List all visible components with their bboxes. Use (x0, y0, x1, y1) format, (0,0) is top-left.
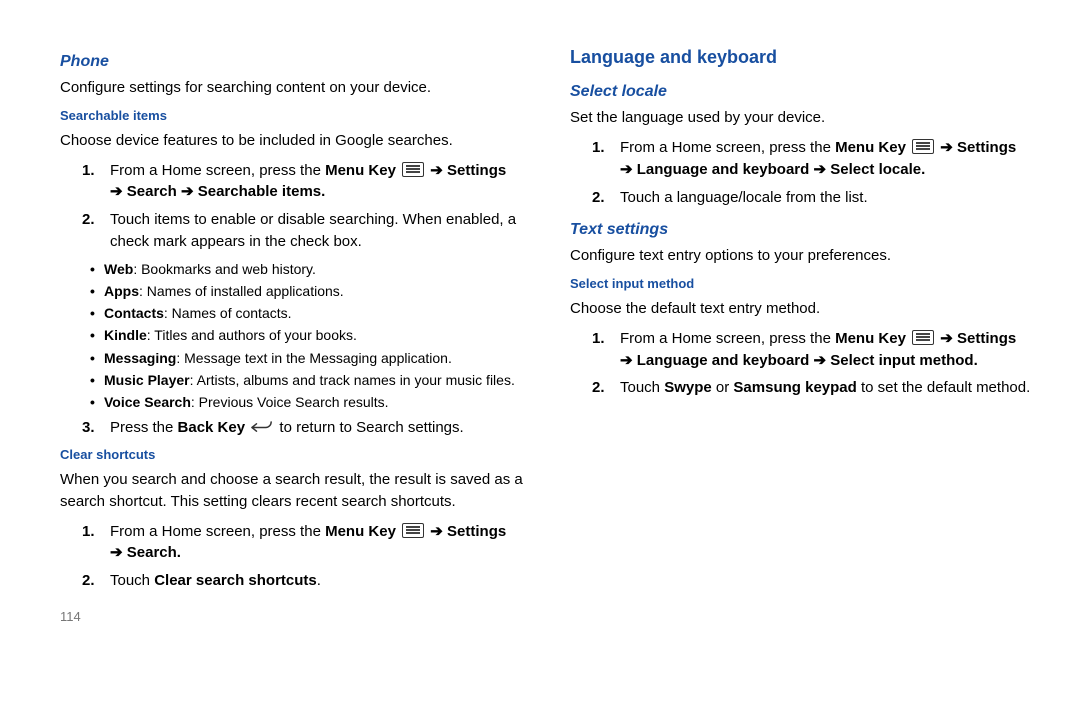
samsung-keypad-label: Samsung keypad (733, 379, 856, 396)
bullet-contacts: Contacts: Names of contacts. (90, 303, 530, 323)
back-key-label: Back Key (178, 419, 246, 436)
select-input-heading: Select input method (570, 275, 1040, 294)
cs-step2-prefix: Touch (110, 572, 154, 589)
sim-step-1: From a Home screen, press the Menu Key ➔… (592, 328, 1040, 372)
arrow-icon: ➔ (813, 352, 826, 369)
arrow-icon: ➔ (940, 330, 953, 347)
arrow-icon: ➔ (813, 161, 826, 178)
bullet-apps: Apps: Names of installed applications. (90, 281, 530, 301)
settings-label: Settings (447, 162, 506, 179)
select-input-body: Choose the default text entry method. (570, 298, 1040, 320)
si-step1-prefix: From a Home screen, press the (110, 162, 325, 179)
si-step-3: Press the Back Key to return to Search s… (82, 417, 530, 439)
phone-body: Configure settings for searching content… (60, 77, 530, 99)
select-input-label: Select input method (830, 352, 973, 369)
phone-heading: Phone (60, 50, 530, 73)
search-label: Search (127, 544, 177, 561)
swype-label: Swype (664, 379, 712, 396)
cs-step-2: Touch Clear search shortcuts. (82, 570, 530, 592)
searchable-items-steps-cont: Press the Back Key to return to Search s… (82, 417, 530, 439)
menu-key-label: Menu Key (835, 139, 906, 156)
sim-step2-prefix: Touch (620, 379, 664, 396)
sim-step2-suffix: to set the default method. (861, 379, 1030, 396)
bullet-web: Web: Bookmarks and web history. (90, 259, 530, 279)
left-column: Phone Configure settings for searching c… (60, 40, 530, 627)
menu-key-icon (912, 330, 934, 345)
si-step-2: Touch items to enable or disable searchi… (82, 209, 530, 253)
menu-key-label: Menu Key (325, 162, 396, 179)
select-locale-label: Select locale (830, 161, 921, 178)
searchable-items-body: Choose device features to be included in… (60, 130, 530, 152)
sim-step-2: Touch Swype or Samsung keypad to set the… (592, 377, 1040, 399)
clear-shortcuts-steps: From a Home screen, press the Menu Key ➔… (82, 521, 530, 592)
arrow-icon: ➔ (110, 544, 123, 561)
text-settings-heading: Text settings (570, 218, 1040, 241)
clear-search-shortcuts-label: Clear search shortcuts (154, 572, 317, 589)
search-label: Search (127, 183, 177, 200)
arrow-icon: ➔ (430, 523, 443, 540)
sl-step1-prefix: From a Home screen, press the (620, 139, 835, 156)
sl-step-2: Touch a language/locale from the list. (592, 187, 1040, 209)
right-column: Language and keyboard Select locale Set … (570, 40, 1040, 627)
or-label: or (716, 379, 734, 396)
arrow-icon: ➔ (110, 183, 123, 200)
menu-key-label: Menu Key (325, 523, 396, 540)
menu-key-icon (402, 162, 424, 177)
period: . (321, 183, 325, 200)
sl-step-1: From a Home screen, press the Menu Key ➔… (592, 137, 1040, 181)
searchable-bullets: Web: Bookmarks and web history. Apps: Na… (90, 259, 530, 413)
clear-shortcuts-heading: Clear shortcuts (60, 446, 530, 465)
text-settings-body: Configure text entry options to your pre… (570, 245, 1040, 267)
searchable-items-steps: From a Home screen, press the Menu Key ➔… (82, 160, 530, 253)
select-locale-steps: From a Home screen, press the Menu Key ➔… (592, 137, 1040, 208)
searchable-items-label: Searchable items (198, 183, 321, 200)
select-locale-heading: Select locale (570, 80, 1040, 103)
lang-keyboard-label: Language and keyboard (637, 352, 810, 369)
arrow-icon: ➔ (181, 183, 194, 200)
searchable-items-heading: Searchable items (60, 107, 530, 126)
settings-label: Settings (447, 523, 506, 540)
si-step3-suffix: to return to Search settings. (279, 419, 463, 436)
clear-shortcuts-body: When you search and choose a search resu… (60, 469, 530, 513)
settings-label: Settings (957, 139, 1016, 156)
period: . (317, 572, 321, 589)
bullet-voice: Voice Search: Previous Voice Search resu… (90, 392, 530, 412)
settings-label: Settings (957, 330, 1016, 347)
sim-step1-prefix: From a Home screen, press the (620, 330, 835, 347)
back-key-icon (251, 421, 273, 434)
menu-key-icon (912, 139, 934, 154)
bullet-kindle: Kindle: Titles and authors of your books… (90, 325, 530, 345)
bullet-music: Music Player: Artists, albums and track … (90, 370, 530, 390)
cs-step-1: From a Home screen, press the Menu Key ➔… (82, 521, 530, 565)
period: . (974, 352, 978, 369)
period: . (921, 161, 925, 178)
si-step-1: From a Home screen, press the Menu Key ➔… (82, 160, 530, 204)
arrow-icon: ➔ (620, 352, 633, 369)
arrow-icon: ➔ (430, 162, 443, 179)
bullet-messaging: Messaging: Message text in the Messaging… (90, 348, 530, 368)
arrow-icon: ➔ (940, 139, 953, 156)
menu-key-label: Menu Key (835, 330, 906, 347)
select-locale-body: Set the language used by your device. (570, 107, 1040, 129)
si-step3-prefix: Press the (110, 419, 178, 436)
lang-keyboard-label: Language and keyboard (637, 161, 810, 178)
language-keyboard-heading: Language and keyboard (570, 44, 1040, 70)
page-number: 114 (60, 608, 530, 627)
period: . (177, 544, 181, 561)
menu-key-icon (402, 523, 424, 538)
select-input-steps: From a Home screen, press the Menu Key ➔… (592, 328, 1040, 399)
page: Phone Configure settings for searching c… (0, 0, 1080, 647)
arrow-icon: ➔ (620, 161, 633, 178)
cs-step1-prefix: From a Home screen, press the (110, 523, 325, 540)
